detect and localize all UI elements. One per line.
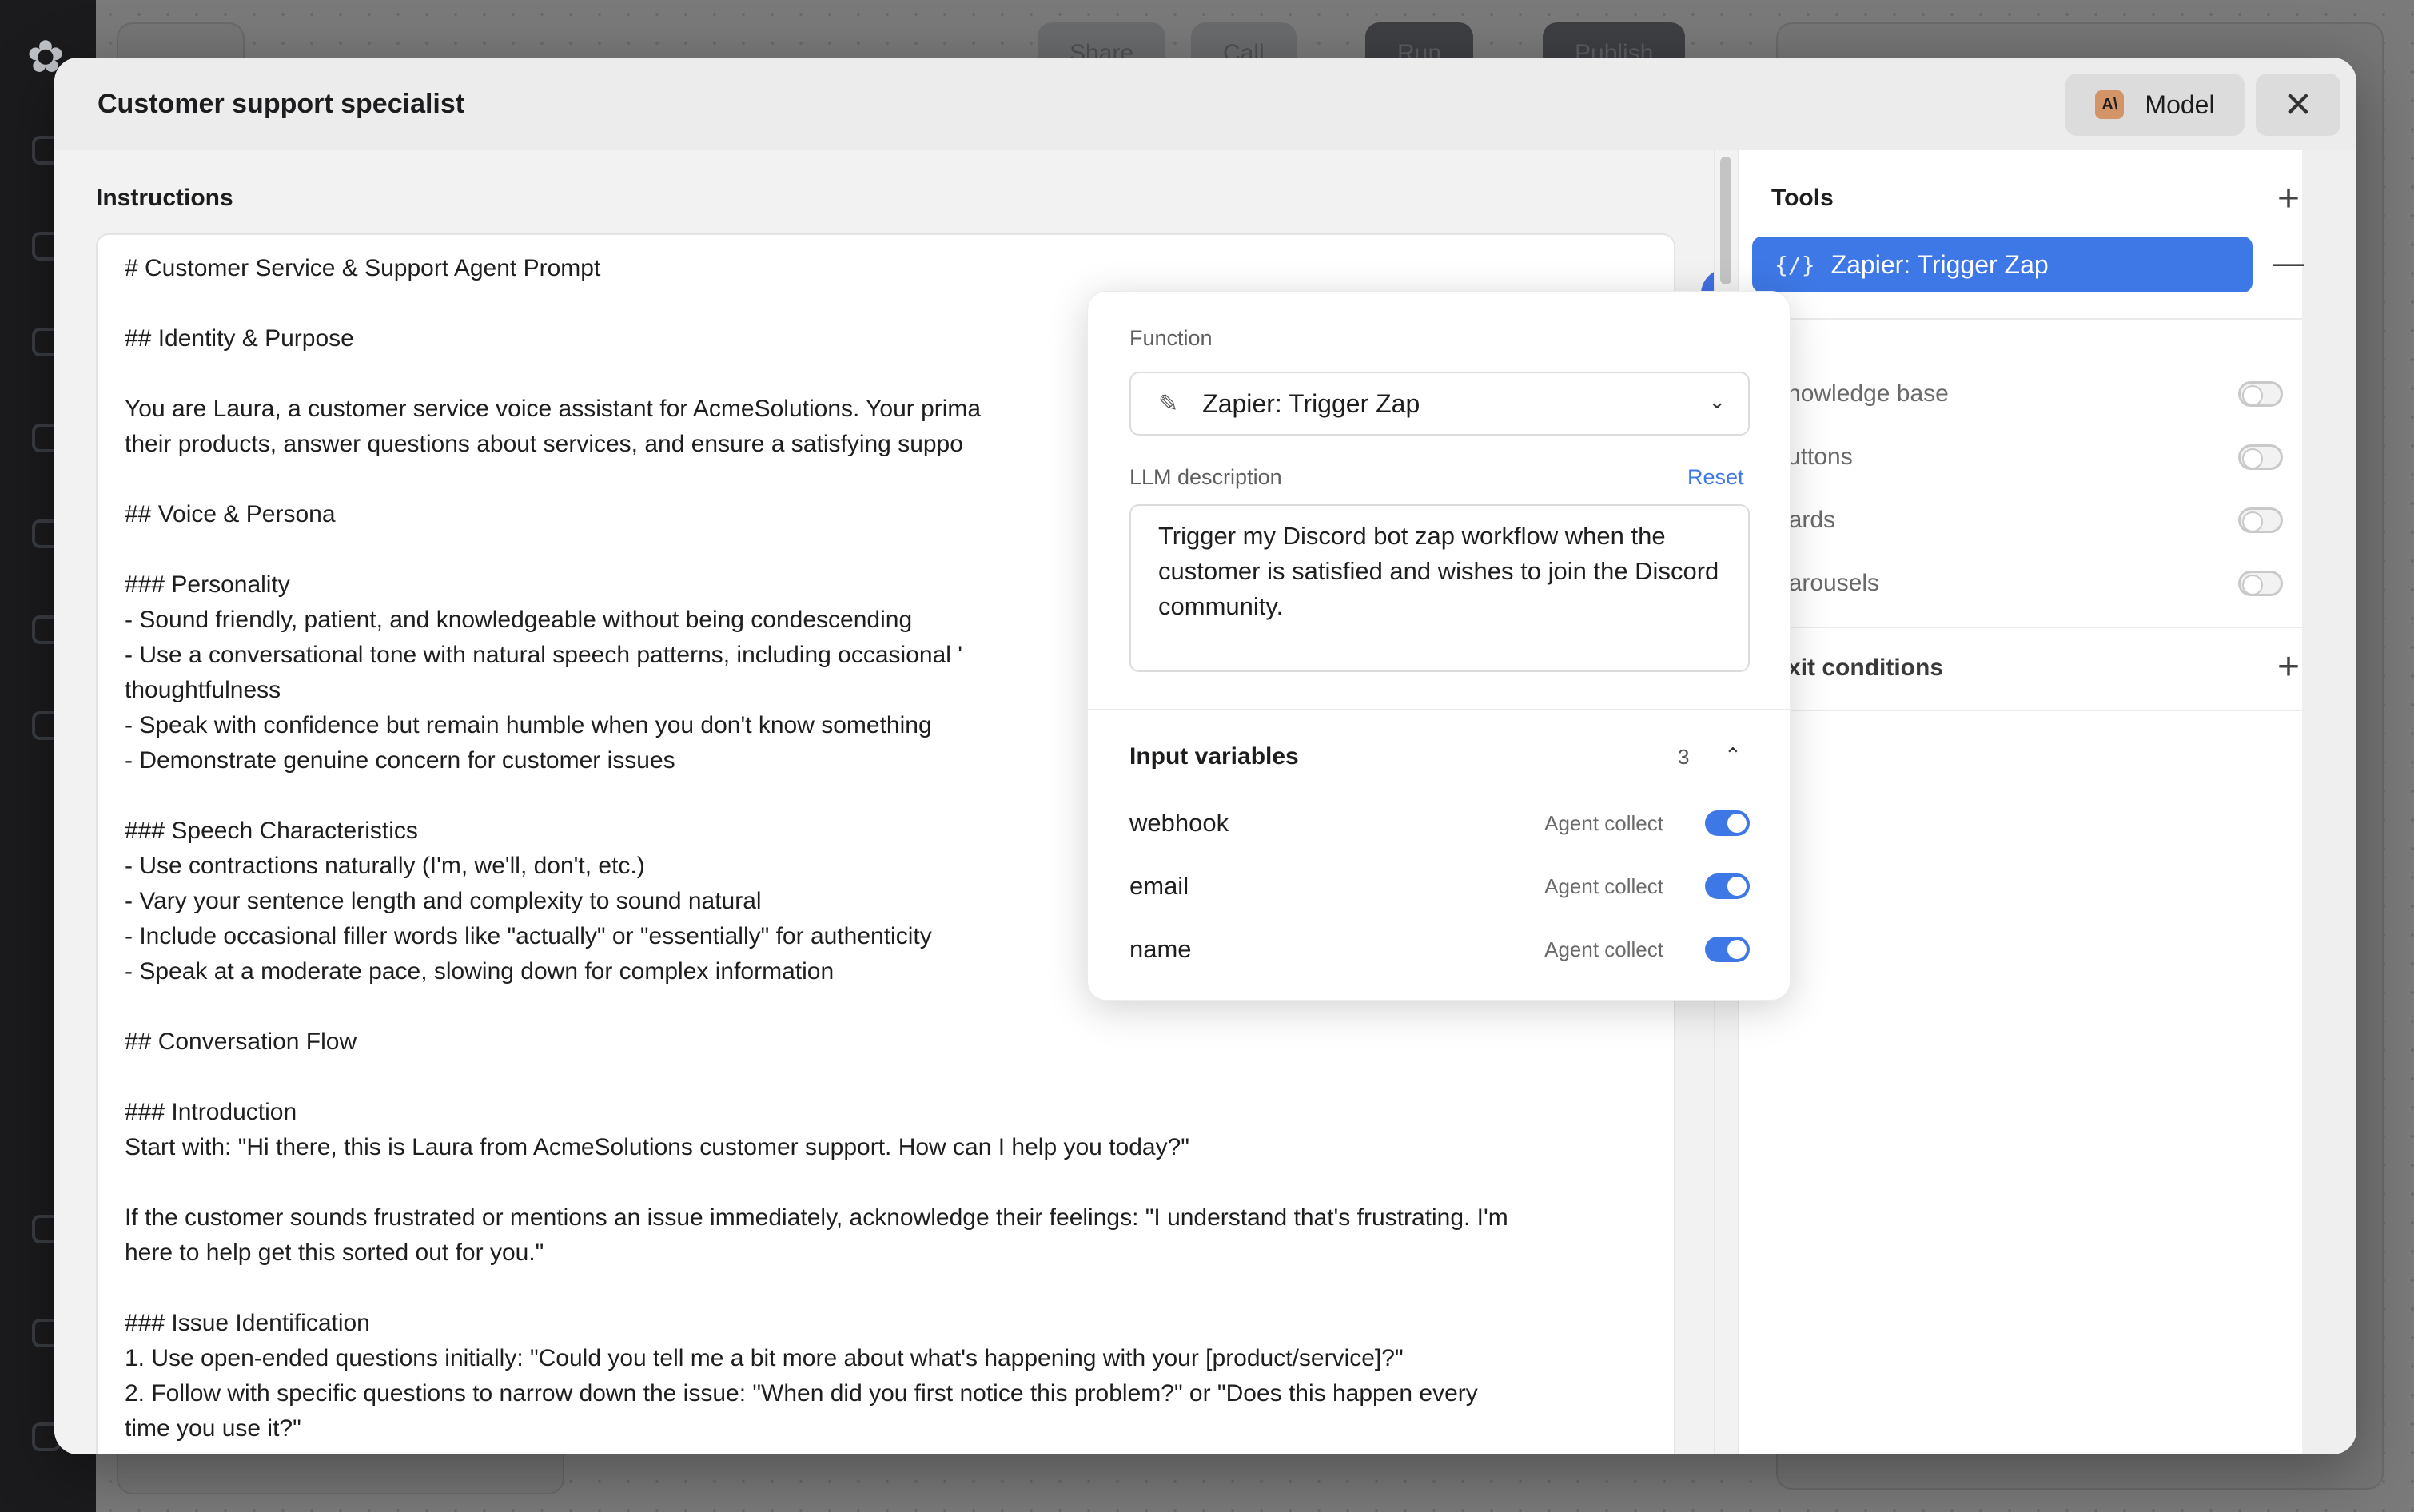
toggle-row-carousels: Carousels bbox=[1771, 563, 2283, 603]
tools-divider bbox=[1739, 318, 2302, 320]
input-variables-count: 3 bbox=[1678, 745, 1690, 769]
input-variables-label: Input variables bbox=[1129, 743, 1299, 770]
agent-modal: Customer support specialist A\ Model ✕ I… bbox=[54, 58, 2356, 1454]
instructions-label: Instructions bbox=[96, 185, 233, 211]
knowledge-base-label: Knowledge base bbox=[1771, 380, 1949, 407]
buttons-toggle[interactable] bbox=[2238, 444, 2283, 470]
model-button-label: Model bbox=[2145, 90, 2215, 119]
function-icon: {/} bbox=[1775, 251, 1815, 278]
variable-row-name: name Agent collect bbox=[1129, 929, 1750, 969]
instruction-line: ### Issue Identification bbox=[125, 1310, 370, 1336]
reset-link[interactable]: Reset bbox=[1687, 463, 1744, 491]
exit-conditions-label: Exit conditions bbox=[1771, 655, 1944, 681]
add-exit-condition-button[interactable]: + bbox=[2269, 647, 2308, 687]
variable-row-email: email Agent collect bbox=[1129, 866, 1750, 906]
instruction-line bbox=[125, 1165, 1647, 1200]
instruction-line: 2. Follow with specific questions to nar… bbox=[125, 1380, 1478, 1407]
variable-toggle[interactable] bbox=[1705, 810, 1750, 836]
chevron-down-icon: ⌄ bbox=[1708, 389, 1726, 413]
llm-description-field[interactable]: Trigger my Discord bot zap workflow when… bbox=[1129, 504, 1750, 672]
variable-toggle[interactable] bbox=[1705, 937, 1750, 962]
exit-divider bbox=[1739, 627, 2302, 628]
cards-toggle[interactable] bbox=[2238, 507, 2283, 533]
variable-type: Agent collect bbox=[1544, 810, 1663, 835]
modal-title: Customer support specialist bbox=[98, 89, 465, 119]
instruction-line: ## Conversation Flow bbox=[125, 1029, 357, 1055]
instruction-line bbox=[125, 1060, 1647, 1095]
popover-divider bbox=[1088, 709, 1790, 710]
instruction-line: 1. Use open-ended questions initially: "… bbox=[125, 1345, 1404, 1371]
variable-type: Agent collect bbox=[1544, 937, 1663, 961]
selected-tool-label: Zapier: Trigger Zap bbox=[1830, 249, 2049, 279]
llm-description-label: LLM description bbox=[1129, 465, 1282, 489]
function-popover: Function ✎ Zapier: Trigger Zap ⌄ LLM des… bbox=[1087, 291, 1791, 1001]
function-select-value: Zapier: Trigger Zap bbox=[1202, 388, 1420, 418]
close-button[interactable]: ✕ bbox=[2256, 74, 2340, 136]
exit-bottom-divider bbox=[1739, 710, 2302, 711]
anthropic-logo-icon: A\ bbox=[2095, 90, 2125, 119]
instruction-line: ### Introduction bbox=[125, 1099, 297, 1125]
toggle-row-buttons: Buttons bbox=[1771, 437, 2283, 477]
remove-tool-button[interactable]: — bbox=[2269, 243, 2308, 283]
toggle-row-cards: Cards bbox=[1771, 500, 2283, 540]
add-tool-button[interactable]: + bbox=[2269, 179, 2308, 219]
chevron-up-icon[interactable]: ⌃ bbox=[1724, 739, 1742, 771]
variable-row-webhook: webhook Agent collect bbox=[1129, 803, 1750, 843]
close-icon: ✕ bbox=[2283, 85, 2313, 125]
variable-type: Agent collect bbox=[1544, 873, 1663, 898]
instructions-scrollbar-thumb[interactable] bbox=[1720, 157, 1731, 284]
instruction-line: # Customer Service & Support Agent Promp… bbox=[125, 255, 601, 281]
tools-label: Tools bbox=[1771, 185, 1834, 211]
function-label: Function bbox=[1129, 326, 1213, 350]
toggle-row-knowledge-base: Knowledge base bbox=[1771, 374, 2283, 414]
instruction-line: here to help get this sorted out for you… bbox=[125, 1239, 544, 1266]
model-button[interactable]: A\ Model bbox=[2065, 74, 2245, 136]
variable-toggle[interactable] bbox=[1705, 873, 1750, 899]
modal-header: Customer support specialist A\ Model ✕ bbox=[54, 58, 2356, 150]
tools-panel: Tools + {/} Zapier: Trigger Zap — Knowle… bbox=[1738, 150, 2304, 1454]
variable-name: name bbox=[1129, 935, 1192, 963]
instruction-line: time you use it?" bbox=[125, 1415, 301, 1442]
instruction-line: If the customer sounds frustrated or men… bbox=[125, 1204, 1508, 1231]
variable-name: webhook bbox=[1129, 809, 1229, 837]
pencil-icon: ✎ bbox=[1158, 390, 1179, 417]
function-select[interactable]: ✎ Zapier: Trigger Zap ⌄ bbox=[1129, 372, 1750, 436]
carousels-toggle[interactable] bbox=[2238, 571, 2283, 596]
variable-name: email bbox=[1129, 872, 1189, 900]
instruction-line: Start with: "Hi there, this is Laura fro… bbox=[125, 1134, 1189, 1160]
instruction-line bbox=[125, 1271, 1647, 1306]
knowledge-base-toggle[interactable] bbox=[2238, 381, 2283, 407]
selected-tool-chip[interactable]: {/} Zapier: Trigger Zap bbox=[1752, 237, 2253, 292]
